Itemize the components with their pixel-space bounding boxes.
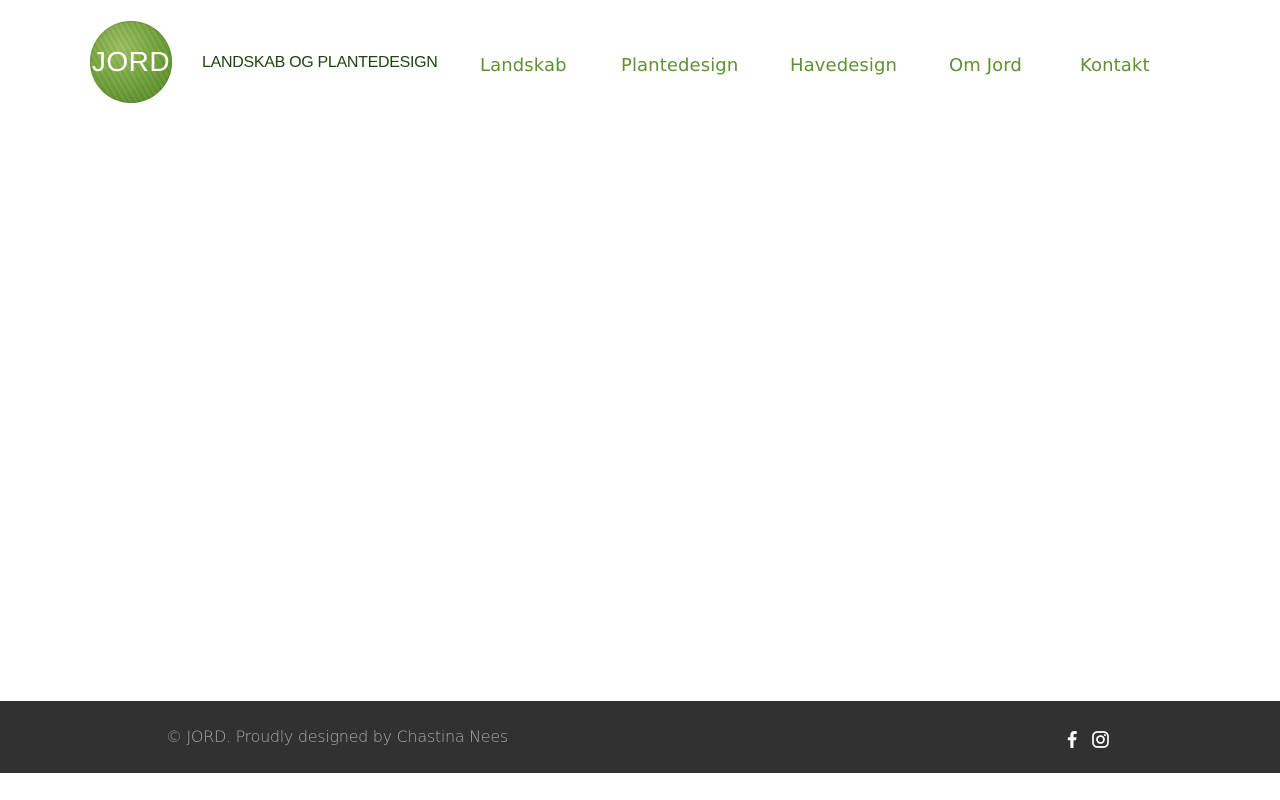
- bottom-margin: [0, 773, 1280, 800]
- nav-item-landskab[interactable]: Landskab: [480, 55, 567, 76]
- facebook-icon[interactable]: [1062, 729, 1082, 749]
- site-header: JORD LANDSKAB OG PLANTEDESIGN Landskab P…: [0, 0, 1280, 130]
- page: JORD LANDSKAB OG PLANTEDESIGN Landskab P…: [0, 0, 1280, 800]
- nav-item-plantedesign[interactable]: Plantedesign: [621, 55, 738, 76]
- nav-item-kontakt[interactable]: Kontakt: [1080, 55, 1150, 76]
- main-content: [0, 130, 1280, 701]
- instagram-glyph: [1091, 730, 1109, 748]
- nav-item-om-jord[interactable]: Om Jord: [949, 55, 1022, 76]
- site-footer: © JORD. Proudly designed by Chastina Nee…: [0, 701, 1280, 773]
- facebook-glyph: [1067, 730, 1077, 748]
- nav-item-havedesign[interactable]: Havedesign: [790, 55, 897, 76]
- instagram-icon[interactable]: [1090, 729, 1110, 749]
- social-bar: [1062, 729, 1110, 749]
- main-nav: Landskab Plantedesign Havedesign Om Jord…: [0, 55, 1280, 79]
- copyright-text: © JORD. Proudly designed by Chastina Nee…: [166, 727, 508, 746]
